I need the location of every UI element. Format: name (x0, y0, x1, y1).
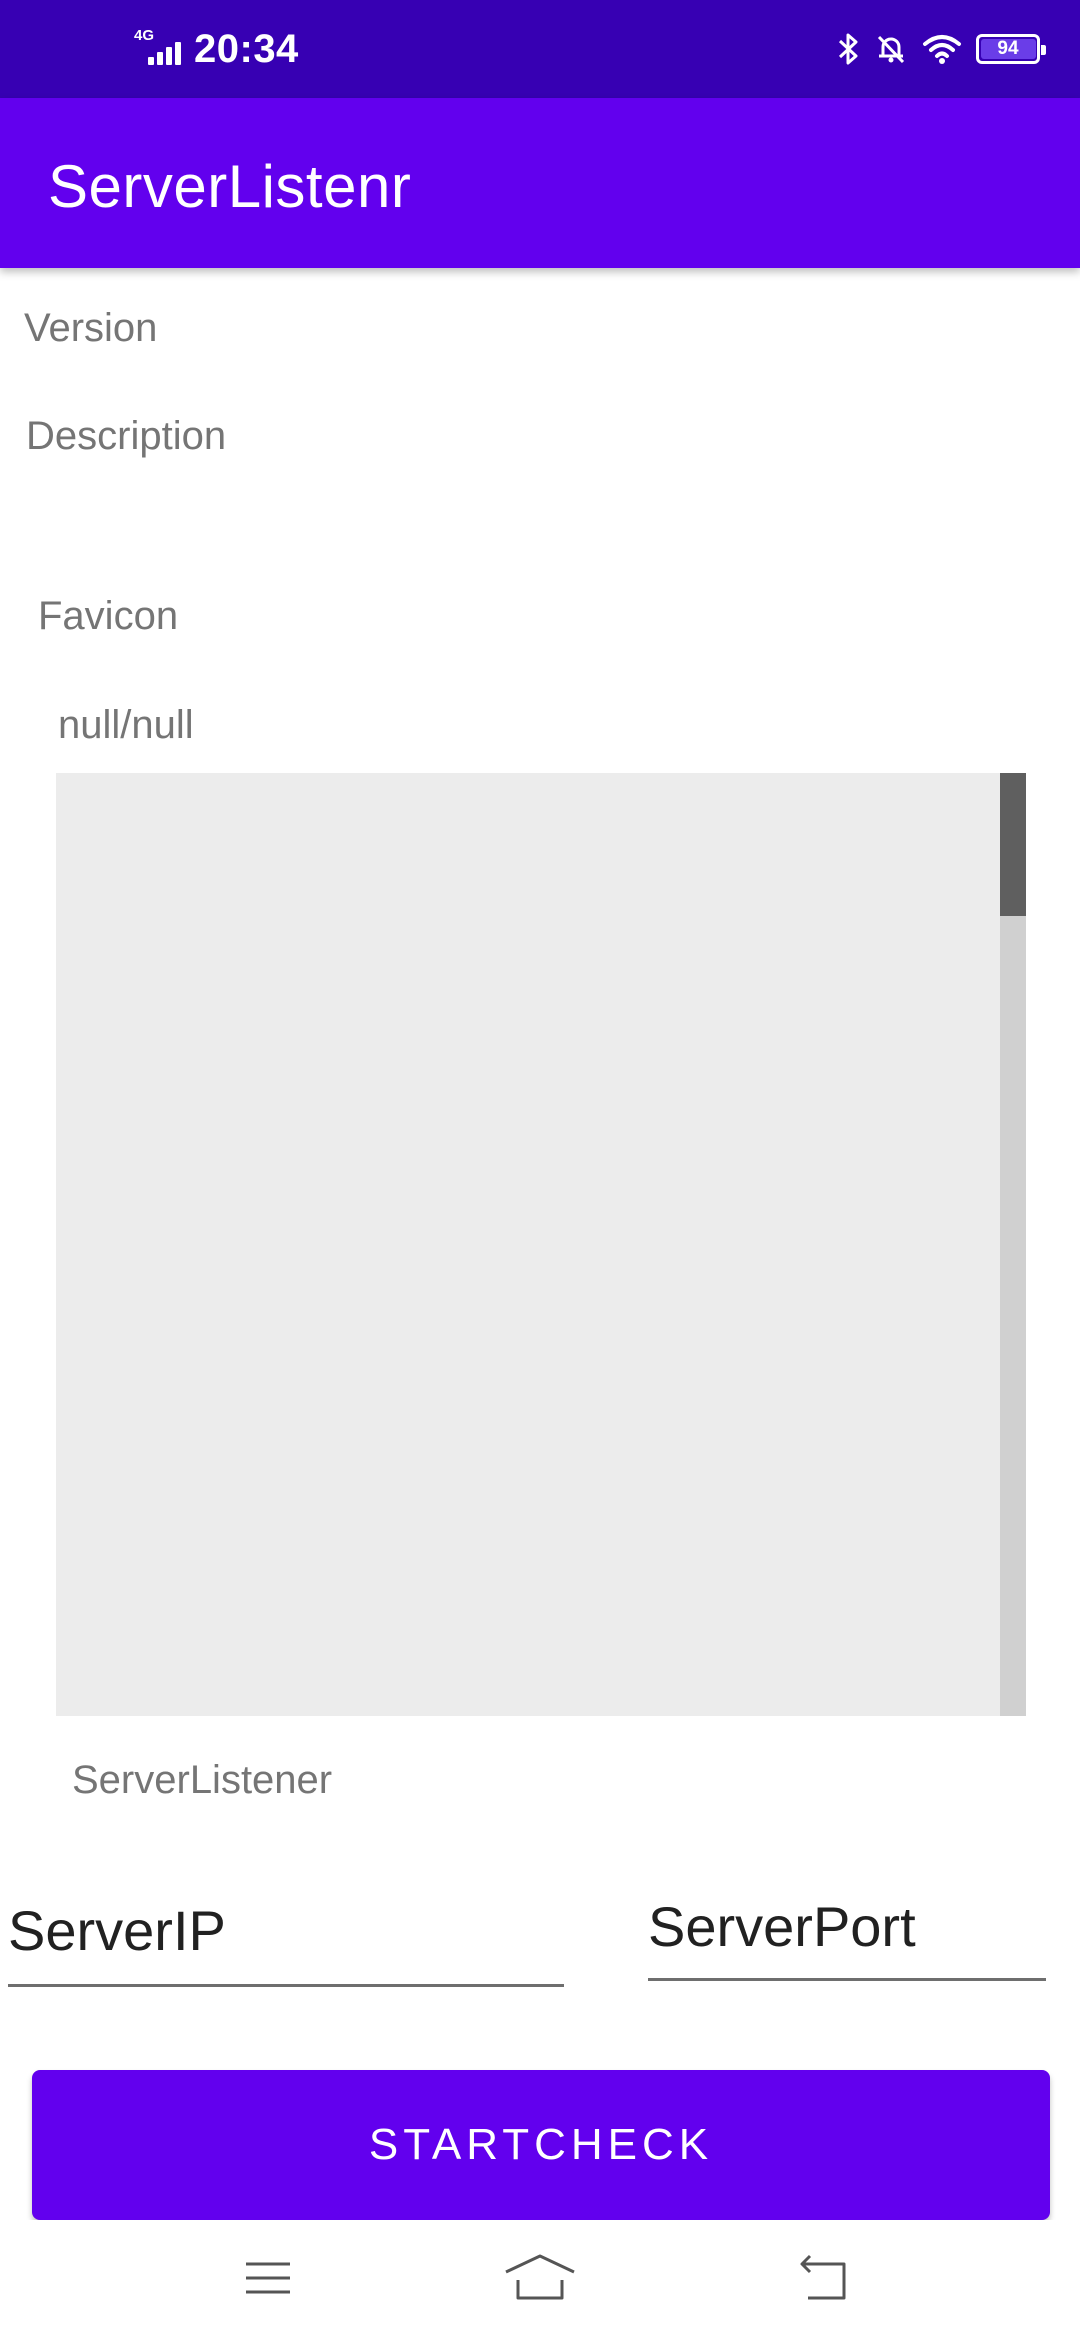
cellular-signal-icon: 4G (134, 27, 190, 69)
menu-icon[interactable] (240, 2250, 296, 2306)
favicon-label: Favicon (38, 594, 179, 638)
back-icon[interactable] (792, 2250, 856, 2306)
description-label: Description (26, 414, 227, 458)
start-check-button[interactable]: STARTCHECK (32, 2070, 1050, 2220)
players-count: null/null (58, 703, 194, 747)
server-port-underline (648, 1978, 1046, 1981)
server-listener-label: ServerListener (72, 1758, 333, 1802)
server-ip-input[interactable]: ServerIP (8, 1898, 226, 1963)
app-title: ServerListenr (48, 153, 412, 220)
favicon-image-area[interactable] (56, 773, 1026, 1716)
server-port-input[interactable]: ServerPort (648, 1894, 916, 1959)
status-icons: 94 (836, 26, 1046, 72)
home-icon[interactable] (500, 2250, 580, 2306)
battery-icon: 94 (976, 34, 1046, 64)
status-time: 20:34 (194, 26, 299, 71)
server-port-field[interactable]: ServerPort (648, 1894, 1046, 1984)
bell-off-icon (877, 35, 905, 64)
server-ip-underline (8, 1984, 564, 1987)
wifi-icon (923, 35, 961, 64)
navigation-bar (0, 2220, 1080, 2340)
status-left: 4G 20:34 (134, 26, 299, 72)
battery-level: 94 (997, 38, 1019, 59)
bluetooth-icon (838, 33, 858, 65)
server-ip-field[interactable]: ServerIP (8, 1898, 564, 1990)
status-bar: 4G 20:34 94 (0, 0, 1080, 98)
version-label: Version (24, 306, 158, 350)
app-bar: ServerListenr (0, 98, 1080, 268)
scrollbar-thumb[interactable] (1000, 773, 1026, 916)
